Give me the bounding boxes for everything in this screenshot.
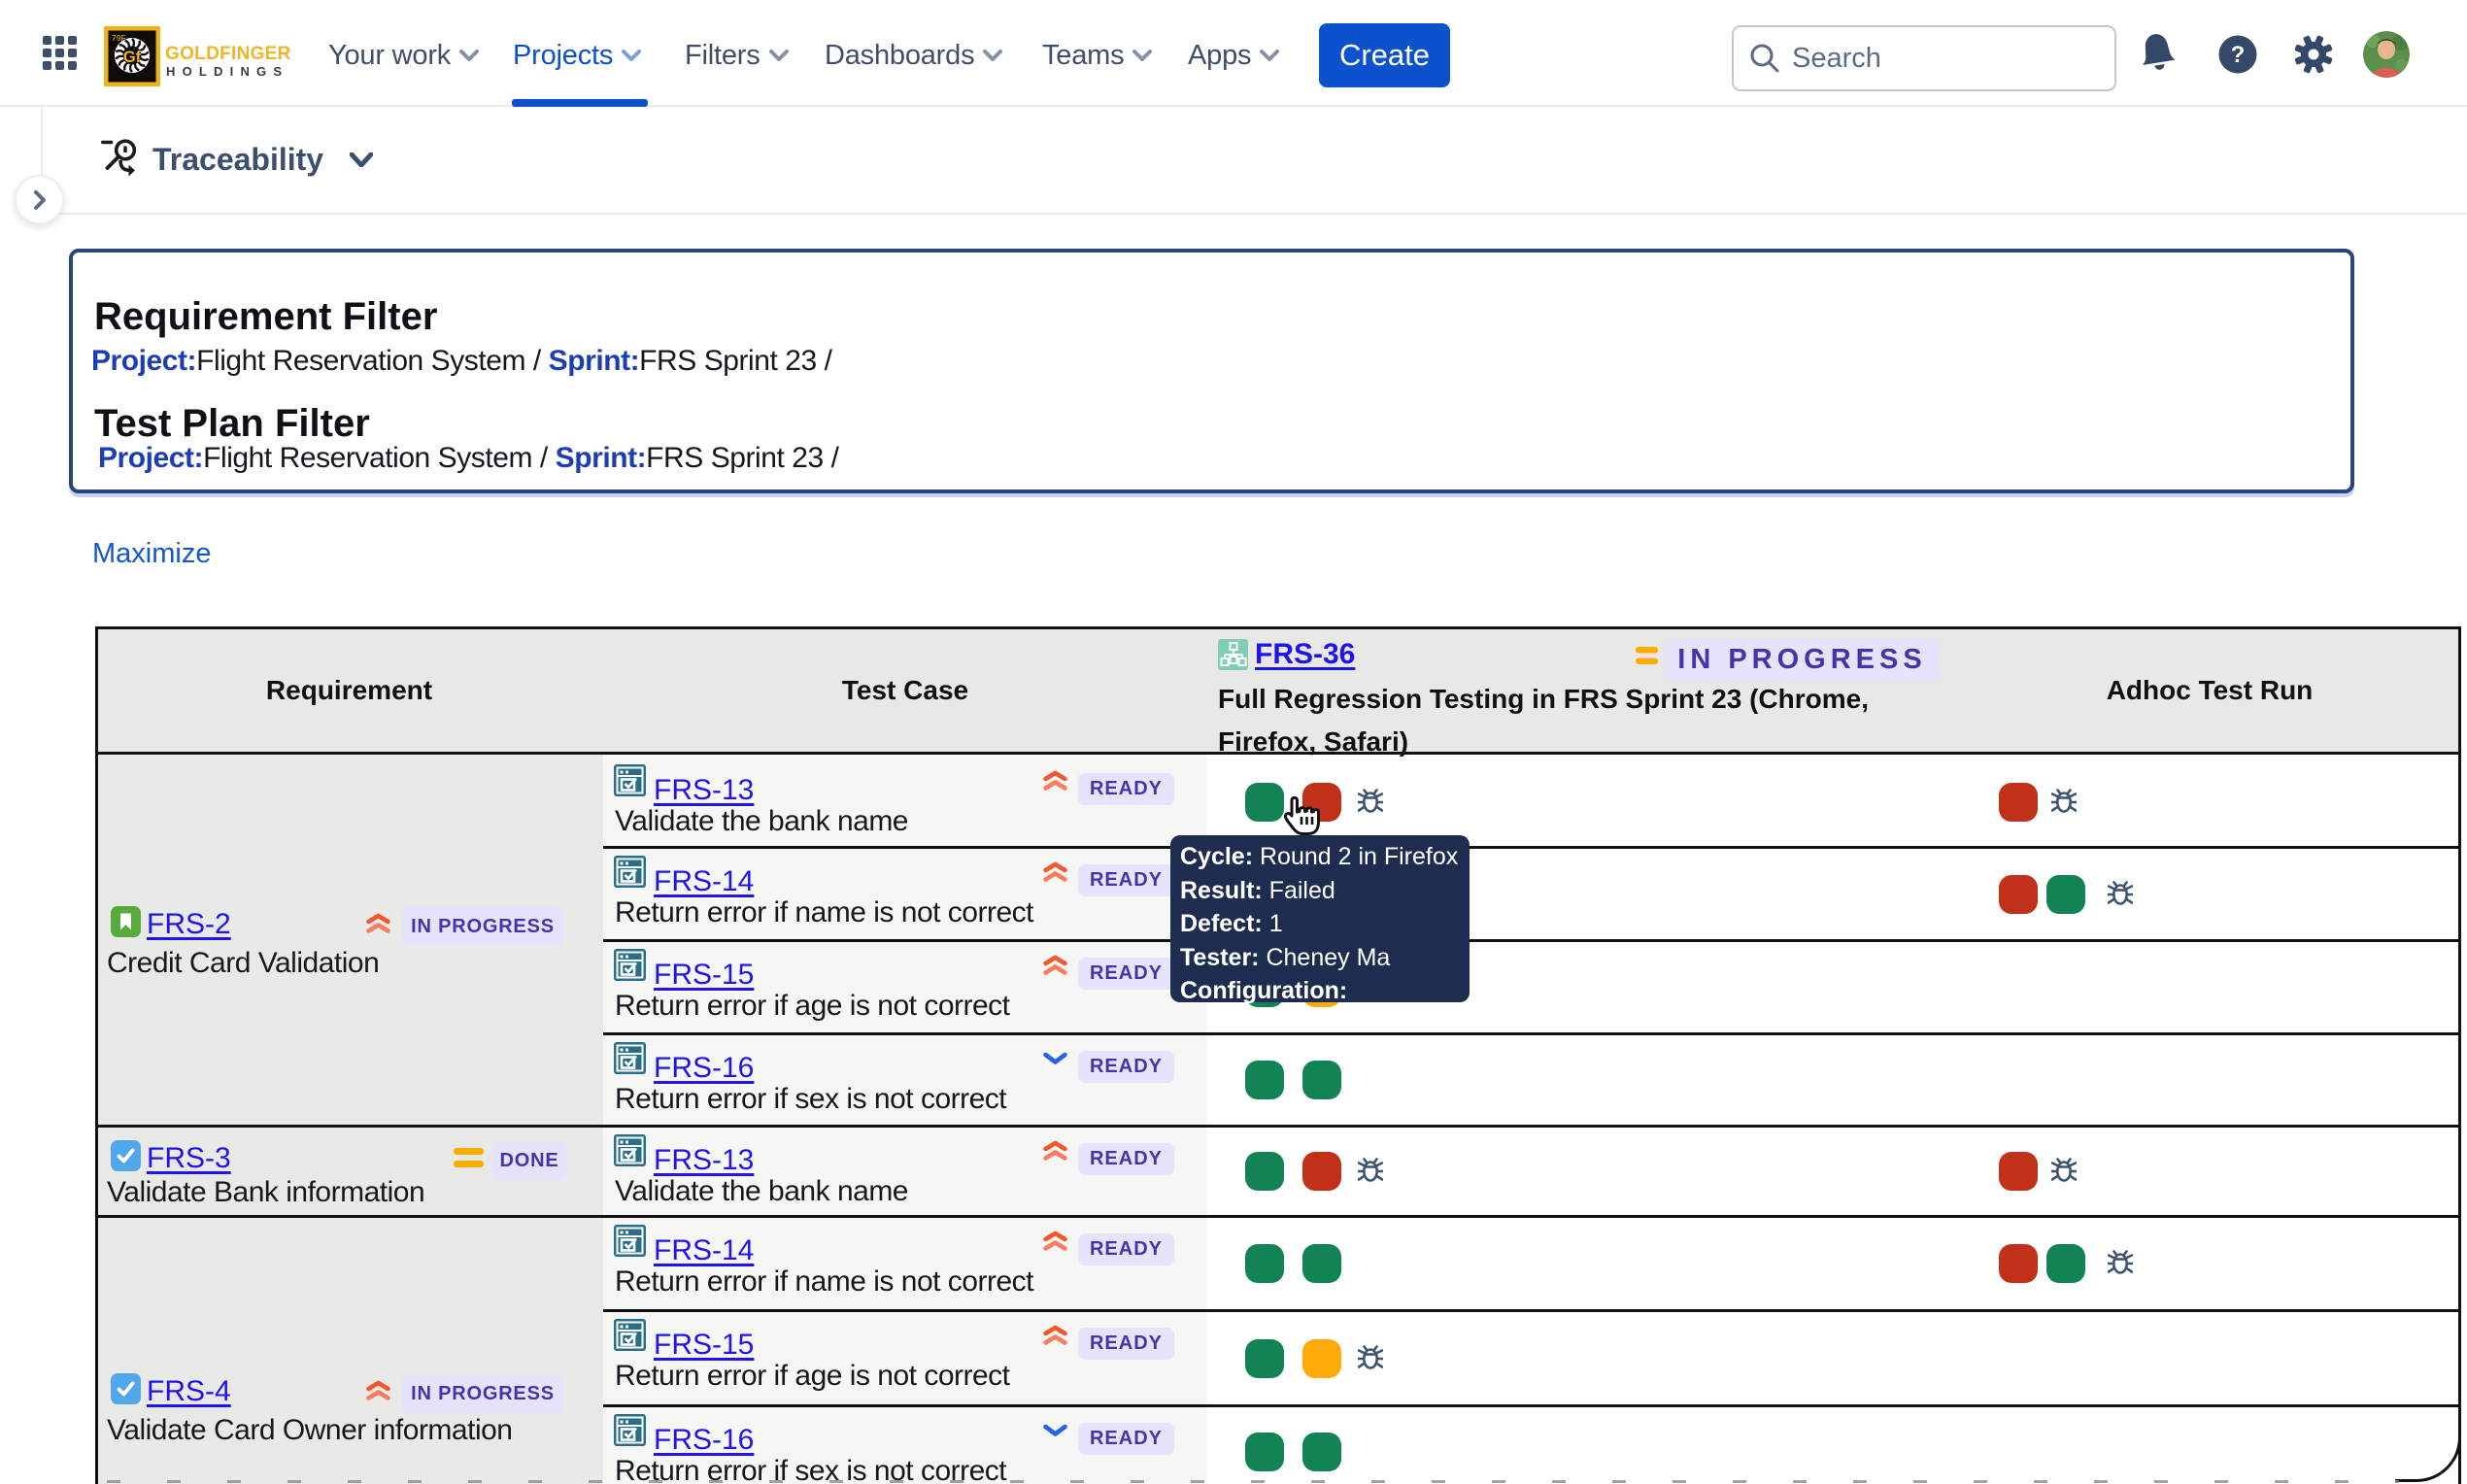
svg-text:79F: 79F [112, 33, 126, 43]
svg-text:?: ? [2231, 42, 2246, 68]
svg-text:Gf: Gf [123, 49, 142, 66]
